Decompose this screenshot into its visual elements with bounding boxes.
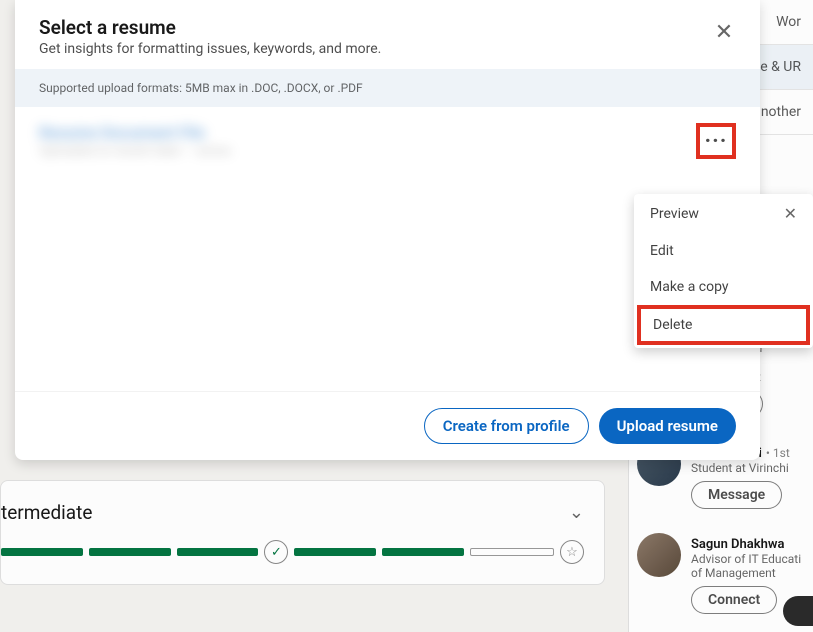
upload-resume-button[interactable]: Upload resume <box>599 408 736 444</box>
menu-item-make-copy[interactable]: Make a copy <box>634 269 813 305</box>
resume-meta: Uploaded on recent date — active <box>39 144 231 159</box>
menu-item-preview[interactable]: Preview ✕ <box>634 194 813 233</box>
menu-item-edit[interactable]: Edit <box>634 233 813 269</box>
modal-header: Select a resume Get insights for formatt… <box>15 0 760 69</box>
resume-context-menu: Preview ✕ Edit Make a copy Delete <box>634 194 813 348</box>
resume-item[interactable]: Resume Document File Uploaded on recent … <box>39 123 736 159</box>
close-icon[interactable]: ✕ <box>784 204 797 223</box>
close-icon[interactable]: ✕ <box>708 16 740 48</box>
modal-subtitle: Get insights for formatting issues, keyw… <box>39 41 736 57</box>
messaging-avatar[interactable] <box>783 596 813 626</box>
create-from-profile-button[interactable]: Create from profile <box>424 408 589 444</box>
modal-footer: Create from profile Upload resume <box>15 391 760 460</box>
modal-title: Select a resume <box>39 16 736 39</box>
menu-item-delete[interactable]: Delete <box>637 305 810 345</box>
resume-name: Resume Document File <box>39 123 231 142</box>
format-note: Supported upload formats: 5MB max in .DO… <box>15 69 760 107</box>
more-options-button[interactable]: ··· <box>696 123 736 159</box>
menu-label: Preview <box>650 206 699 222</box>
